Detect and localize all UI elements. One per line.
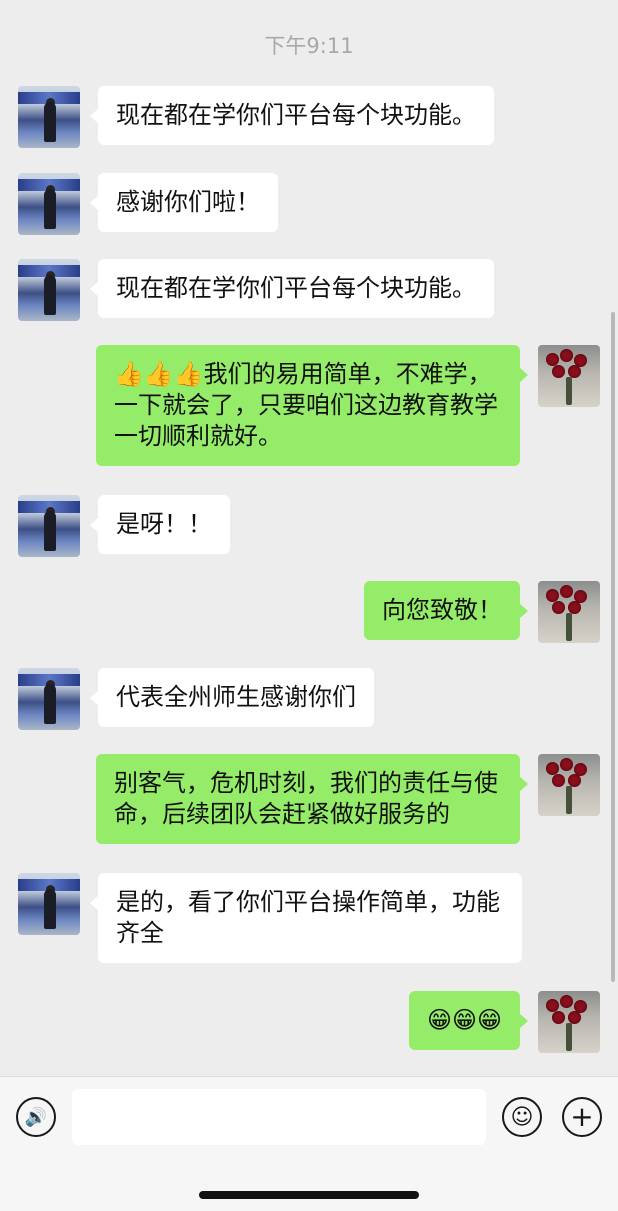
message-bubble[interactable]: 👍👍👍我们的易用简单，不难学，一下就会了，只要咱们这边教育教学一切顺利就好。 (96, 345, 528, 466)
message-bubble[interactable]: 现在都在学你们平台每个块功能。 (90, 259, 494, 318)
message-row: 现在都在学你们平台每个块功能。 (18, 86, 494, 148)
voice-icon: 🔊 (24, 1106, 48, 1128)
contact-avatar[interactable] (18, 259, 80, 321)
message-row: 是呀！！ (18, 495, 230, 557)
voice-input-button[interactable]: 🔊 (16, 1097, 56, 1137)
home-indicator[interactable] (199, 1191, 419, 1199)
contact-avatar[interactable] (18, 495, 80, 557)
self-avatar[interactable] (538, 991, 600, 1053)
message-input[interactable] (72, 1089, 486, 1145)
scrollbar[interactable] (611, 312, 615, 982)
message-bubble[interactable]: 代表全州师生感谢你们 (90, 668, 374, 727)
message-bubble[interactable]: 现在都在学你们平台每个块功能。 (90, 86, 494, 145)
message-row: 感谢你们啦！ (18, 173, 278, 235)
message-row: 代表全州师生感谢你们 (18, 668, 374, 730)
message-bubble[interactable]: 别客气，危机时刻，我们的责任与使命，后续团队会赶紧做好服务的 (96, 754, 528, 844)
message-timestamp: 下午9:11 (264, 34, 354, 58)
message-bubble[interactable]: 是呀！！ (90, 495, 230, 554)
self-avatar[interactable] (538, 581, 600, 643)
contact-avatar[interactable] (18, 668, 80, 730)
self-avatar[interactable] (538, 345, 600, 407)
message-row: 现在都在学你们平台每个块功能。 (18, 259, 494, 321)
message-bubble[interactable]: 向您致敬！ (364, 581, 528, 640)
contact-avatar[interactable] (18, 86, 80, 148)
message-bubble[interactable]: 感谢你们啦！ (90, 173, 278, 232)
message-row: 别客气，危机时刻，我们的责任与使命，后续团队会赶紧做好服务的 (96, 754, 600, 844)
emoji-button[interactable]: ☺ (502, 1097, 542, 1137)
contact-avatar[interactable] (18, 173, 80, 235)
emoji-icon: ☺ (510, 1104, 534, 1130)
message-bubble[interactable]: 😁😁😁 (408, 991, 529, 1050)
more-button[interactable]: + (562, 1097, 602, 1137)
message-row: 😁😁😁 (408, 991, 600, 1053)
message-row: 是的，看了你们平台操作简单，功能齐全 (18, 873, 522, 963)
contact-avatar[interactable] (18, 873, 80, 935)
plus-icon: + (570, 1100, 594, 1133)
self-avatar[interactable] (538, 754, 600, 816)
message-row: 向您致敬！ (364, 581, 600, 643)
message-row: 👍👍👍我们的易用简单，不难学，一下就会了，只要咱们这边教育教学一切顺利就好。 (96, 345, 600, 466)
chat-area[interactable]: 下午9:11 现在都在学你们平台每个块功能。 感谢你们啦！ 现在都在学你们平台每… (0, 0, 618, 1076)
message-bubble[interactable]: 是的，看了你们平台操作简单，功能齐全 (90, 873, 522, 963)
